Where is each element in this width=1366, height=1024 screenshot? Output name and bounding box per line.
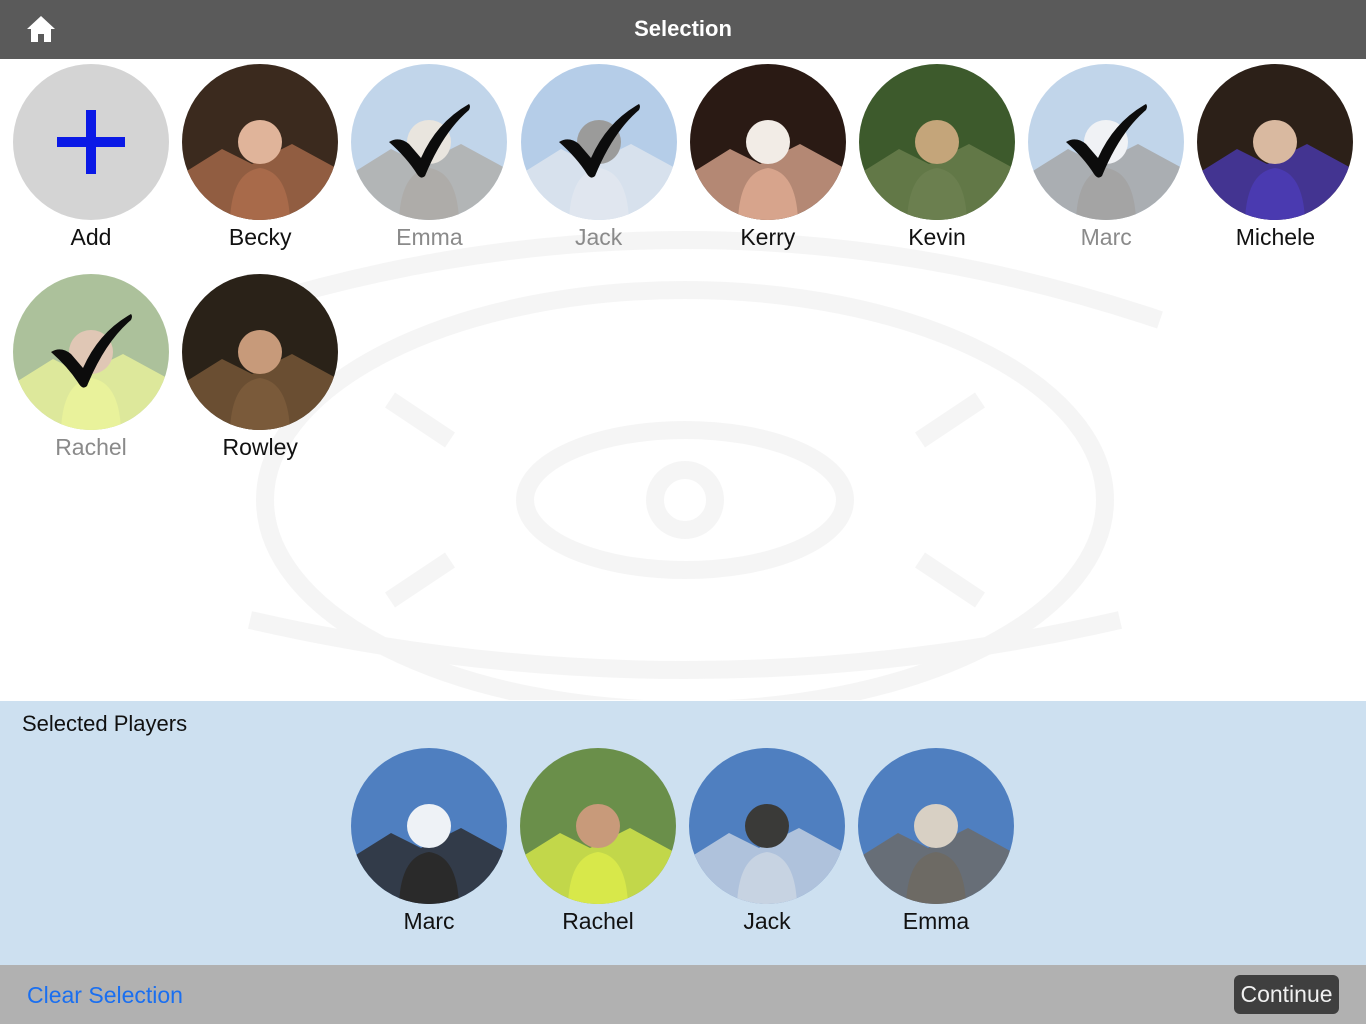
navigation-bar: Selection xyxy=(0,0,1366,59)
player-name: Rachel xyxy=(562,908,634,934)
add-circle xyxy=(13,64,169,220)
bottom-toolbar: Clear Selection Continue xyxy=(0,965,1366,1024)
page-title: Selection xyxy=(634,16,732,41)
selected-players-title: Selected Players xyxy=(22,711,188,736)
avatar xyxy=(182,64,339,220)
checkmark-icon xyxy=(1066,104,1148,178)
continue-button[interactable]: Continue xyxy=(1234,975,1339,1014)
avatar xyxy=(689,748,845,904)
player-kevin[interactable]: Kevin xyxy=(857,64,1017,264)
player-name: Marc xyxy=(403,908,455,934)
selected-player-jack[interactable]: Jack xyxy=(687,748,847,948)
player-emma[interactable]: Emma xyxy=(349,64,509,264)
avatar xyxy=(182,274,339,430)
player-rowley[interactable]: Rowley xyxy=(180,274,340,474)
player-name: Kevin xyxy=(908,224,966,250)
player-name: Rowley xyxy=(222,434,298,460)
avatar xyxy=(689,64,846,220)
player-grid: Add Becky Emma Jack Kerry Kevin Marc Michele Rac… xyxy=(0,59,1366,701)
player-name: Becky xyxy=(228,224,292,250)
player-name: Add xyxy=(70,224,112,250)
player-name: Emma xyxy=(902,908,970,934)
add-player-button[interactable]: Add xyxy=(11,64,171,264)
player-name: Marc xyxy=(1080,224,1132,250)
avatar xyxy=(858,748,1014,904)
player-michele[interactable]: Michele xyxy=(1195,64,1355,264)
player-kerry[interactable]: Kerry xyxy=(688,64,848,264)
player-becky[interactable]: Becky xyxy=(180,64,340,264)
player-marc[interactable]: Marc xyxy=(1026,64,1186,264)
selected-player-emma[interactable]: Emma xyxy=(856,748,1016,948)
player-rachel[interactable]: Rachel xyxy=(11,274,171,474)
player-name: Kerry xyxy=(740,224,796,250)
checkmark-icon xyxy=(389,104,471,178)
plus-icon xyxy=(57,110,125,174)
avatar xyxy=(1197,64,1354,220)
selected-player-marc[interactable]: Marc xyxy=(349,748,509,948)
player-name: Jack xyxy=(574,224,623,250)
selected-players-panel: Selected Players Marc Rachel Jack Emma xyxy=(0,701,1366,965)
avatar xyxy=(520,748,676,904)
player-jack[interactable]: Jack xyxy=(519,64,679,264)
checkmark-icon xyxy=(51,314,132,388)
selected-player-rachel[interactable]: Rachel xyxy=(518,748,678,948)
player-name: Michele xyxy=(1235,224,1316,250)
player-name: Rachel xyxy=(55,434,127,460)
player-name: Jack xyxy=(743,908,791,934)
checkmark-icon xyxy=(558,104,640,178)
avatar xyxy=(859,64,1015,220)
avatar xyxy=(351,748,507,904)
clear-selection-button[interactable]: Clear Selection xyxy=(27,982,183,1009)
player-name: Emma xyxy=(396,224,463,250)
